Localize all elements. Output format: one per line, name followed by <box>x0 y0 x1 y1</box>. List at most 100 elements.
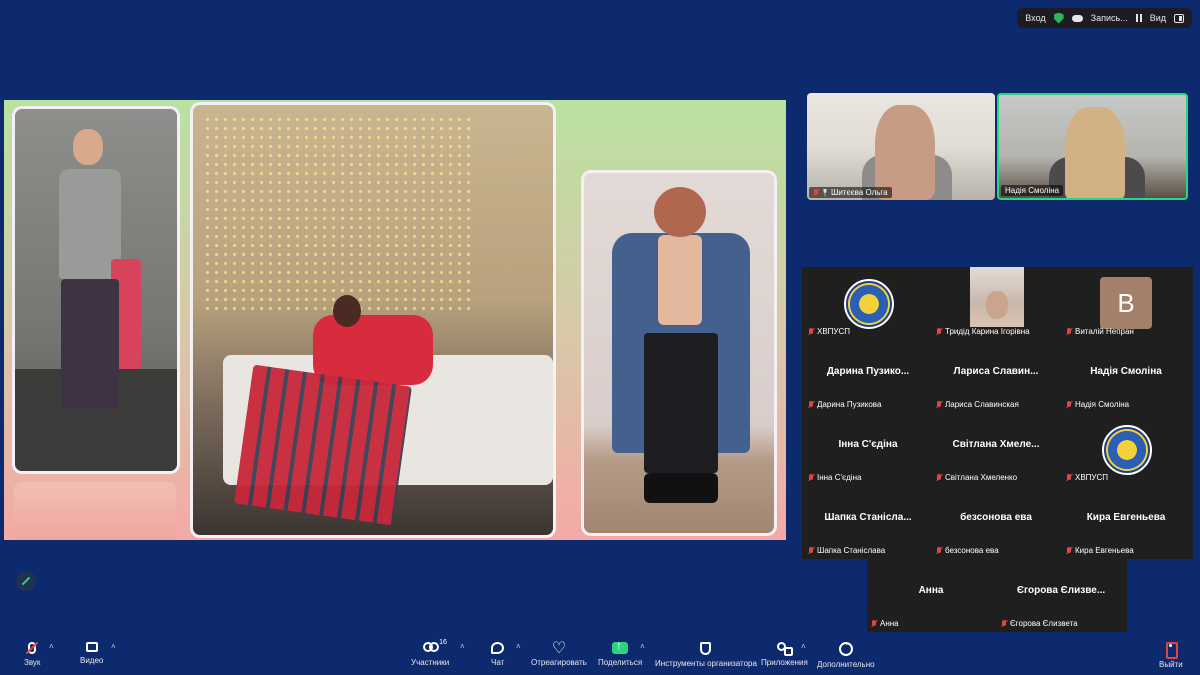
mic-muted-icon <box>1066 546 1072 555</box>
mic-muted-icon <box>808 327 814 336</box>
record-label[interactable]: Запись... <box>1091 13 1128 23</box>
video-tile-participant[interactable]: Шитєєва Ольга <box>807 93 995 200</box>
share-button[interactable]: Поделиться <box>598 640 643 667</box>
shield-check-icon[interactable] <box>1053 12 1064 24</box>
pause-icon[interactable] <box>1135 14 1142 22</box>
gallery-cell[interactable]: Світлана Хмеле... Світлана Хмеленко <box>932 413 1060 486</box>
participant-label: Єгорова Єлизвета <box>1010 619 1078 628</box>
mic-muted-icon <box>936 400 942 409</box>
participant-label: Дарина Пузикова <box>817 400 882 409</box>
chat-options-caret[interactable]: ˄ <box>516 642 521 651</box>
participant-display-name: Дарина Пузико... <box>826 366 910 377</box>
participant-display-name: Єгорова Єлизве... <box>1016 585 1106 596</box>
enter-label[interactable]: Вход <box>1025 13 1045 23</box>
gallery-cell[interactable]: Анна Анна <box>867 559 995 632</box>
participants-count: 16 <box>439 639 447 646</box>
share-options-caret[interactable]: ˄ <box>640 642 645 651</box>
gallery-cell[interactable]: Шапка Станісла... Шапка Станіслава <box>804 486 932 559</box>
audio-button[interactable]: Звук <box>24 641 41 667</box>
pin-icon <box>823 188 827 197</box>
gallery-cell[interactable]: ХВПУСП <box>1062 413 1190 486</box>
gallery-cell[interactable]: Єгорова Єлизве... Єгорова Єлизвета <box>997 559 1125 632</box>
shared-photo-young-man <box>12 106 180 474</box>
participants-options-caret[interactable]: ˄ <box>460 642 465 651</box>
participant-display-name: безсонова ева <box>960 512 1032 523</box>
shared-photo-partial <box>14 482 176 540</box>
participants-icon: 16 <box>423 639 447 654</box>
react-label: Отреагировать <box>531 658 587 667</box>
view-label[interactable]: Вид <box>1150 13 1166 23</box>
participant-label: ХВПУСП <box>1075 473 1109 482</box>
participant-label: Інна С'єдіна <box>817 473 862 482</box>
participant-name: Надія Смоліна <box>1005 186 1060 195</box>
camera-icon <box>85 642 98 652</box>
mic-muted-icon <box>25 641 39 655</box>
participant-label: Кира Евгеньева <box>1075 546 1134 555</box>
org-logo-avatar <box>844 279 894 329</box>
letter-avatar: В <box>1100 277 1152 329</box>
host-tools-label: Инструменты организатора <box>655 659 757 668</box>
mic-muted-icon <box>936 546 942 555</box>
share-label: Поделиться <box>598 658 643 667</box>
participant-display-name: Надія Смоліна <box>1090 366 1162 377</box>
audio-options-caret[interactable]: ˄ <box>49 642 54 651</box>
leave-button[interactable]: Выйти <box>1159 642 1183 669</box>
mic-muted-icon <box>936 473 942 482</box>
gallery-cell[interactable]: Надія Смоліна Надія Смоліна <box>1062 340 1190 413</box>
participant-gallery: ХВПУСП Тридід Карина Ігорівна В Виталій … <box>802 267 1193 559</box>
video-tile-active-speaker[interactable]: Надія Смоліна <box>997 93 1188 200</box>
leave-icon <box>1164 642 1178 659</box>
gallery-cell[interactable]: Тридід Карина Ігорівна <box>932 267 1060 340</box>
apps-options-caret[interactable]: ˄ <box>801 642 806 651</box>
react-button[interactable]: Отреагировать <box>531 638 587 667</box>
mic-muted-icon <box>1001 619 1007 628</box>
participant-label: безсонова ева <box>945 546 999 555</box>
video-label: Видео <box>80 656 104 665</box>
participants-button[interactable]: 16 Участники <box>411 639 450 667</box>
view-icon[interactable] <box>1174 13 1184 23</box>
participants-label: Участники <box>411 658 450 667</box>
mic-muted-icon <box>936 327 942 336</box>
participant-video-thumb <box>970 267 1024 327</box>
more-icon <box>838 639 853 656</box>
gallery-cell[interactable]: безсонова ева безсонова ева <box>932 486 1060 559</box>
mic-muted-icon <box>808 546 814 555</box>
chat-label: Чат <box>491 658 505 667</box>
participant-label: Надія Смоліна <box>1075 400 1130 409</box>
participant-name-tag: Шитєєва Ольга <box>809 187 892 198</box>
gallery-cell[interactable]: Лариса Славин... Лариса Славинская <box>932 340 1060 413</box>
participant-label: Лариса Славинская <box>945 400 1019 409</box>
participant-label: Шапка Станіслава <box>817 546 886 555</box>
gallery-cell[interactable]: Дарина Пузико... Дарина Пузикова <box>804 340 932 413</box>
org-logo-avatar <box>1102 425 1152 475</box>
shared-photo-model-coat <box>581 170 777 536</box>
mic-muted-icon <box>871 619 877 628</box>
participant-display-name: Кира Евгеньева <box>1086 512 1166 523</box>
participant-name: Шитєєва Ольга <box>831 188 888 197</box>
video-options-caret[interactable]: ˄ <box>111 642 116 651</box>
shared-photo-bedroom <box>190 102 556 538</box>
participant-gallery-overflow: Анна Анна Єгорова Єлизве... Єгорова Єлиз… <box>867 559 1127 632</box>
host-tools-button[interactable]: Инструменты организатора <box>655 642 757 668</box>
mic-muted-icon <box>1066 473 1072 482</box>
cloud-icon <box>1071 14 1083 22</box>
mic-muted-icon <box>1066 327 1072 336</box>
video-button[interactable]: Видео <box>80 642 103 665</box>
meeting-toolbar: Звук ˄ Видео ˄ 16 Участники ˄ Чат ˄ Отре… <box>0 636 1200 675</box>
heart-icon <box>552 638 566 658</box>
gallery-cell[interactable]: ХВПУСП <box>804 267 932 340</box>
gallery-cell[interactable]: Кира Евгеньева Кира Евгеньева <box>1062 486 1190 559</box>
gallery-cell[interactable]: В Виталій Непран <box>1062 267 1190 340</box>
participant-display-name: Шапка Станісла... <box>824 512 912 523</box>
shared-screen <box>4 100 786 540</box>
chat-button[interactable]: Чат <box>491 642 504 667</box>
gallery-cell[interactable]: Інна С'єдіна Інна С'єдіна <box>804 413 932 486</box>
more-button[interactable]: Дополнительно <box>817 639 875 669</box>
participant-label: Анна <box>880 619 899 628</box>
audio-label: Звук <box>24 658 41 667</box>
share-screen-icon <box>612 640 629 654</box>
more-label: Дополнительно <box>817 660 875 669</box>
pencil-icon[interactable] <box>16 571 36 591</box>
participant-display-name: Анна <box>918 585 944 596</box>
participant-label: Тридід Карина Ігорівна <box>945 327 1030 336</box>
